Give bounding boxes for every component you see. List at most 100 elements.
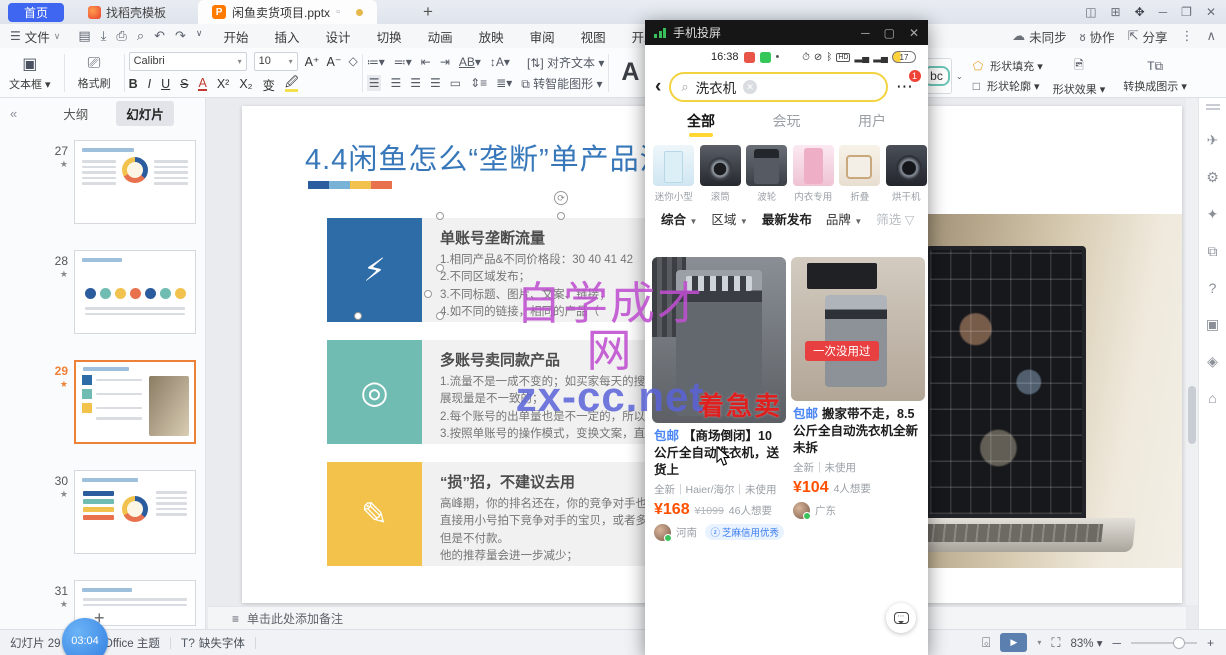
workspace-grid-icon[interactable]: ⊞ [1111,5,1121,19]
selection-handle[interactable] [557,212,565,220]
selection-handle[interactable] [436,264,444,272]
reference-book-icon[interactable]: ⌂ [1208,390,1216,406]
quick-tools-icon[interactable]: ✈ [1207,132,1219,149]
zoom-in-button[interactable]: + [1207,636,1214,650]
image-tools-icon[interactable]: ▣ [1206,316,1219,333]
phone-maximize-button[interactable]: ▢ [884,26,895,40]
increase-indent-button[interactable]: ⇥ [440,55,450,69]
menu-review[interactable]: 审阅 [517,27,568,46]
justify-button[interactable]: ☰ [430,76,441,90]
collapse-panel-icon[interactable]: « [0,106,27,121]
tab-all[interactable]: 全部 [687,111,715,131]
tab-document[interactable]: P 闲鱼卖货项目.pptx ▫ [198,0,377,24]
align-right-button[interactable]: ☰ [410,76,421,90]
minimize-button[interactable]: ─ [1159,5,1168,19]
zoom-slider[interactable] [1131,642,1197,644]
bold-button[interactable]: B [129,77,138,91]
more-chevron-icon[interactable]: ∨ [196,28,203,44]
paragraph-spacing-button[interactable]: ⇕≡ [470,76,487,90]
textbox-button[interactable]: ▣ 文本框 ▾ [0,51,60,95]
distribute-button[interactable]: ▭ [450,76,461,90]
clear-search-icon[interactable]: ✕ [743,80,757,94]
tab-users[interactable]: 用户 [858,111,886,131]
menu-start[interactable]: 开始 [211,27,262,46]
collaborate-button[interactable]: ᴕ协作 [1080,27,1115,46]
selection-handle[interactable] [354,312,362,320]
highlight-button[interactable]: 🖉 [285,76,298,92]
filter-newest[interactable]: 最新发布 [762,209,812,228]
more-options-icon[interactable]: ⋮ [1180,28,1193,44]
collapse-ribbon-icon[interactable]: ∧ [1206,28,1216,44]
tab-docer[interactable]: 找稻壳模板 [78,4,176,21]
zoom-out-button[interactable]: ─ [1112,636,1121,650]
save-icon[interactable]: ▤ [78,28,90,44]
superscript-button[interactable]: X² [217,77,230,91]
clear-format-icon[interactable]: ◇ [348,54,357,68]
decrease-indent-button[interactable]: ⇤ [421,55,431,69]
new-tab-button[interactable]: + [423,2,433,22]
filter-sort[interactable]: 综合 ▼ [661,209,697,228]
shape-outline-button[interactable]: 形状轮廓 ▾ [987,78,1040,94]
category-drum[interactable]: 滚筒 [699,145,743,203]
slide-thumbnail-30[interactable] [74,470,196,554]
menu-transition[interactable]: 切换 [364,27,415,46]
safety-icon[interactable]: ◈ [1207,353,1218,370]
tab-home[interactable]: 首页 [8,3,64,22]
scrollbar-thumb[interactable] [1188,386,1196,444]
fit-slide-icon[interactable]: ⛶ [1051,635,1060,651]
slide-thumbnail-29-selected[interactable] [74,360,196,444]
filter-region[interactable]: 区域 ▼ [711,209,747,228]
theme-label[interactable]: Office 主题 [104,635,160,651]
play-options-chevron[interactable]: ▾ [1037,638,1041,647]
menu-view[interactable]: 视图 [568,27,619,46]
text-style-dark-button[interactable]: A [621,58,639,87]
reading-view-icon[interactable]: ⌺ [982,634,990,651]
seller-avatar[interactable] [793,502,810,519]
effects-wand-icon[interactable]: ✦ [1207,206,1219,223]
slide-thumbnail-28[interactable] [74,250,196,334]
selection-handle[interactable] [436,212,444,220]
numbered-list-button[interactable]: ≕▾ [394,55,412,69]
subscript-button[interactable]: X₂ [239,77,252,91]
more-menu-button[interactable]: ⋯1 [896,77,918,97]
text-direction-button[interactable]: AB▾ [459,55,481,69]
panel-grip[interactable] [1206,104,1220,110]
menu-insert[interactable]: 插入 [262,27,313,46]
selection-handle[interactable] [424,290,432,298]
filter-more[interactable]: 筛选 ▽ [876,209,914,228]
assistant-icon[interactable]: ✥ [1135,5,1145,19]
selection-handle[interactable] [436,312,444,320]
export-icon[interactable]: ⤓ [101,28,107,44]
rotate-handle[interactable]: ⟳ [554,191,568,205]
zoom-slider-knob[interactable] [1173,637,1185,649]
preview-icon[interactable]: ⌕ [137,28,144,44]
help-icon[interactable]: ? [1209,280,1217,296]
decrease-font-button[interactable]: A⁻ [327,54,342,69]
menu-animation[interactable]: 动画 [415,27,466,46]
file-menu[interactable]: ☰ 文件 ∨ [0,27,70,46]
slideshow-play-button[interactable]: ▶ [1000,633,1027,652]
missing-font-warning[interactable]: T?缺失字体 [181,635,245,651]
tab-slides[interactable]: 幻灯片 [116,101,174,126]
category-dryer[interactable]: 烘干机 [885,145,929,203]
seller-avatar[interactable] [654,524,671,541]
phone-close-button[interactable]: ✕ [909,26,919,40]
chat-fab-button[interactable]: ⋯ [886,603,916,633]
category-underwear[interactable]: 内衣专用 [792,145,836,203]
tab-outline[interactable]: 大纲 [53,101,98,126]
split-view-icon[interactable]: ◫ [1085,5,1096,19]
vertical-scrollbar[interactable] [1186,98,1198,605]
undo-icon[interactable]: ↶ [154,28,165,44]
align-text-button[interactable]: [⇅] 对齐文本 ▾ [527,54,604,71]
product-card-1[interactable]: 着急卖 包邮【商场倒闭】10公斤全自动洗衣机，送货上 全新｜Haier/海尔｜未… [652,257,786,541]
print-icon[interactable]: ⎙ [116,28,126,44]
align-left-button[interactable]: ☰ [367,75,382,91]
slide-thumbnail-27[interactable] [74,140,196,224]
font-color-button[interactable]: A [198,77,206,92]
smart-graphic-button[interactable]: ⧉ 转智能图形 ▾ [521,75,602,92]
menu-design[interactable]: 设计 [313,27,364,46]
shape-fill-button[interactable]: 形状填充 ▾ [990,58,1043,74]
redo-icon[interactable]: ↷ [175,28,186,44]
font-name-select[interactable]: Calibri▾ [129,52,247,71]
font-size-select[interactable]: 10▾ [254,52,298,71]
